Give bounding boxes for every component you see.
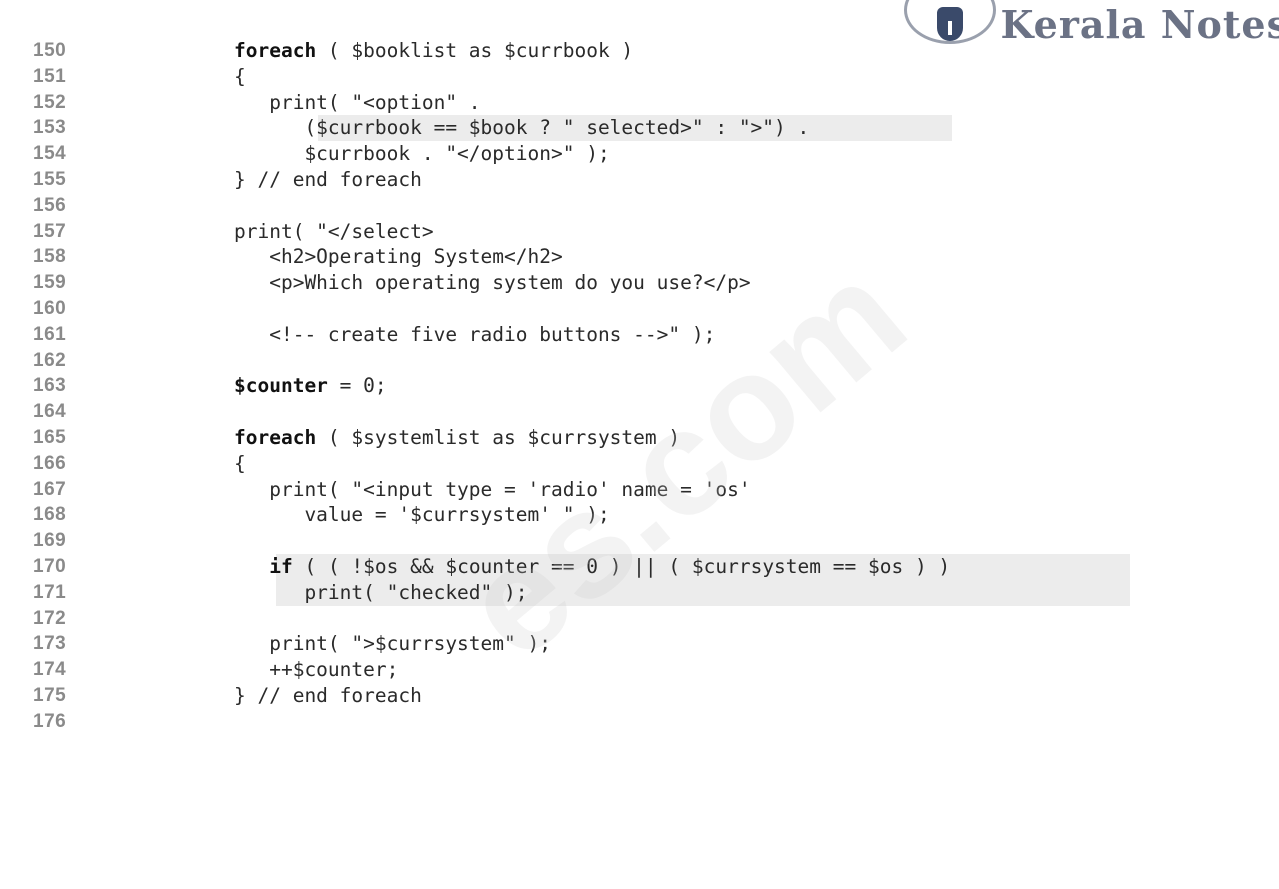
code-line: 173 print( ">$currsystem" ); [0, 631, 1279, 657]
code-text: print( ">$currsystem" ); [234, 632, 551, 656]
code-line: 154 $currbook . "</option>" ); [0, 141, 1279, 167]
code-text: print( "</select> [234, 219, 434, 243]
code-line: 151 { [0, 64, 1279, 90]
code-text: print( "<input type = 'radio' name = 'os… [234, 477, 751, 501]
code-line: 168 value = '$currsystem' " ); [0, 502, 1279, 528]
line-number: 169 [33, 530, 67, 552]
line-number: 170 [33, 555, 67, 577]
code-line: 169 [0, 528, 1279, 554]
code-line: 160 [0, 296, 1279, 322]
code-line: 153 ($currbook == $book ? " selected>" :… [0, 115, 1279, 142]
line-number: 171 [33, 581, 67, 603]
code-line: 155 } // end foreach [0, 167, 1279, 193]
code-text: } // end foreach [234, 683, 422, 707]
code-text: { [234, 64, 246, 88]
code-text: { [234, 451, 246, 475]
code-text: value = '$currsystem' " ); [234, 503, 610, 527]
code-line: 170 if ( ( !$os && $counter == 0 ) || ( … [0, 553, 1279, 580]
code-line: 161 <!-- create five radio buttons -->" … [0, 322, 1279, 348]
line-number: 160 [33, 297, 67, 319]
code-text: foreach ( $booklist as $currbook ) [234, 39, 634, 62]
line-number: 156 [33, 194, 67, 216]
line-number: 159 [33, 272, 67, 294]
line-number: 152 [33, 91, 67, 113]
code-text: <h2>Operating System</h2> [234, 245, 563, 269]
code-listing: 150 foreach ( $booklist as $currbook ) 151… [0, 38, 1279, 735]
code-text: foreach ( $systemlist as $currsystem ) [234, 425, 681, 449]
code-line: 158 <h2>Operating System</h2> [0, 244, 1279, 270]
code-line: 176 [0, 709, 1279, 735]
code-text: ($currbook == $book ? " selected>" : ">"… [234, 116, 810, 140]
line-number: 161 [33, 323, 67, 345]
code-text: <!-- create five radio buttons -->" ); [234, 322, 716, 346]
code-text: ++$counter; [234, 658, 399, 682]
line-number: 157 [33, 220, 67, 242]
line-number: 175 [33, 684, 67, 706]
code-line: 166 { [0, 451, 1279, 477]
line-number: 176 [33, 710, 67, 732]
line-number: 165 [33, 426, 67, 448]
code-line: 175 } // end foreach [0, 683, 1279, 709]
code-line: 167 print( "<input type = 'radio' name =… [0, 477, 1279, 503]
code-text: $counter = 0; [234, 374, 387, 398]
code-text: $currbook . "</option>" ); [234, 142, 610, 166]
code-line: 159 <p>Which operating system do you use… [0, 270, 1279, 296]
line-number: 163 [33, 375, 67, 397]
line-number: 151 [33, 65, 67, 87]
code-line: 163 $counter = 0; [0, 373, 1279, 399]
line-number: 154 [33, 143, 67, 165]
code-text: <p>Which operating system do you use?</p… [234, 271, 751, 295]
line-number: 166 [33, 452, 67, 474]
line-number: 155 [33, 168, 67, 190]
code-line: 162 [0, 348, 1279, 374]
line-number: 174 [33, 659, 67, 681]
code-line: 164 [0, 399, 1279, 425]
code-text: if ( ( !$os && $counter == 0 ) || ( $cur… [269, 554, 951, 578]
line-number: 168 [33, 504, 67, 526]
code-line: 165 foreach ( $systemlist as $currsystem … [0, 425, 1279, 451]
code-text: print( "checked" ); [234, 580, 528, 604]
code-line: 156 [0, 193, 1279, 219]
code-line: 152 print( "<option" . [0, 90, 1279, 116]
line-number: 164 [33, 401, 67, 423]
code-line: 150 foreach ( $booklist as $currbook ) [0, 38, 1279, 64]
code-line: 172 [0, 606, 1279, 632]
code-line: 157 print( "</select> [0, 219, 1279, 245]
code-line: 174 ++$counter; [0, 657, 1279, 683]
logo: Kerala Notes [904, 0, 1279, 47]
line-number: 150 [33, 40, 67, 61]
code-text: } // end foreach [234, 167, 422, 191]
code-text: print( "<option" . [234, 90, 481, 114]
line-number: 158 [33, 246, 67, 268]
line-number: 172 [33, 607, 67, 629]
line-number: 153 [33, 117, 67, 139]
code-line: 171 print( "checked" ); [0, 579, 1279, 606]
line-number: 167 [33, 478, 67, 500]
line-number: 173 [33, 633, 67, 655]
line-number: 162 [33, 349, 67, 371]
